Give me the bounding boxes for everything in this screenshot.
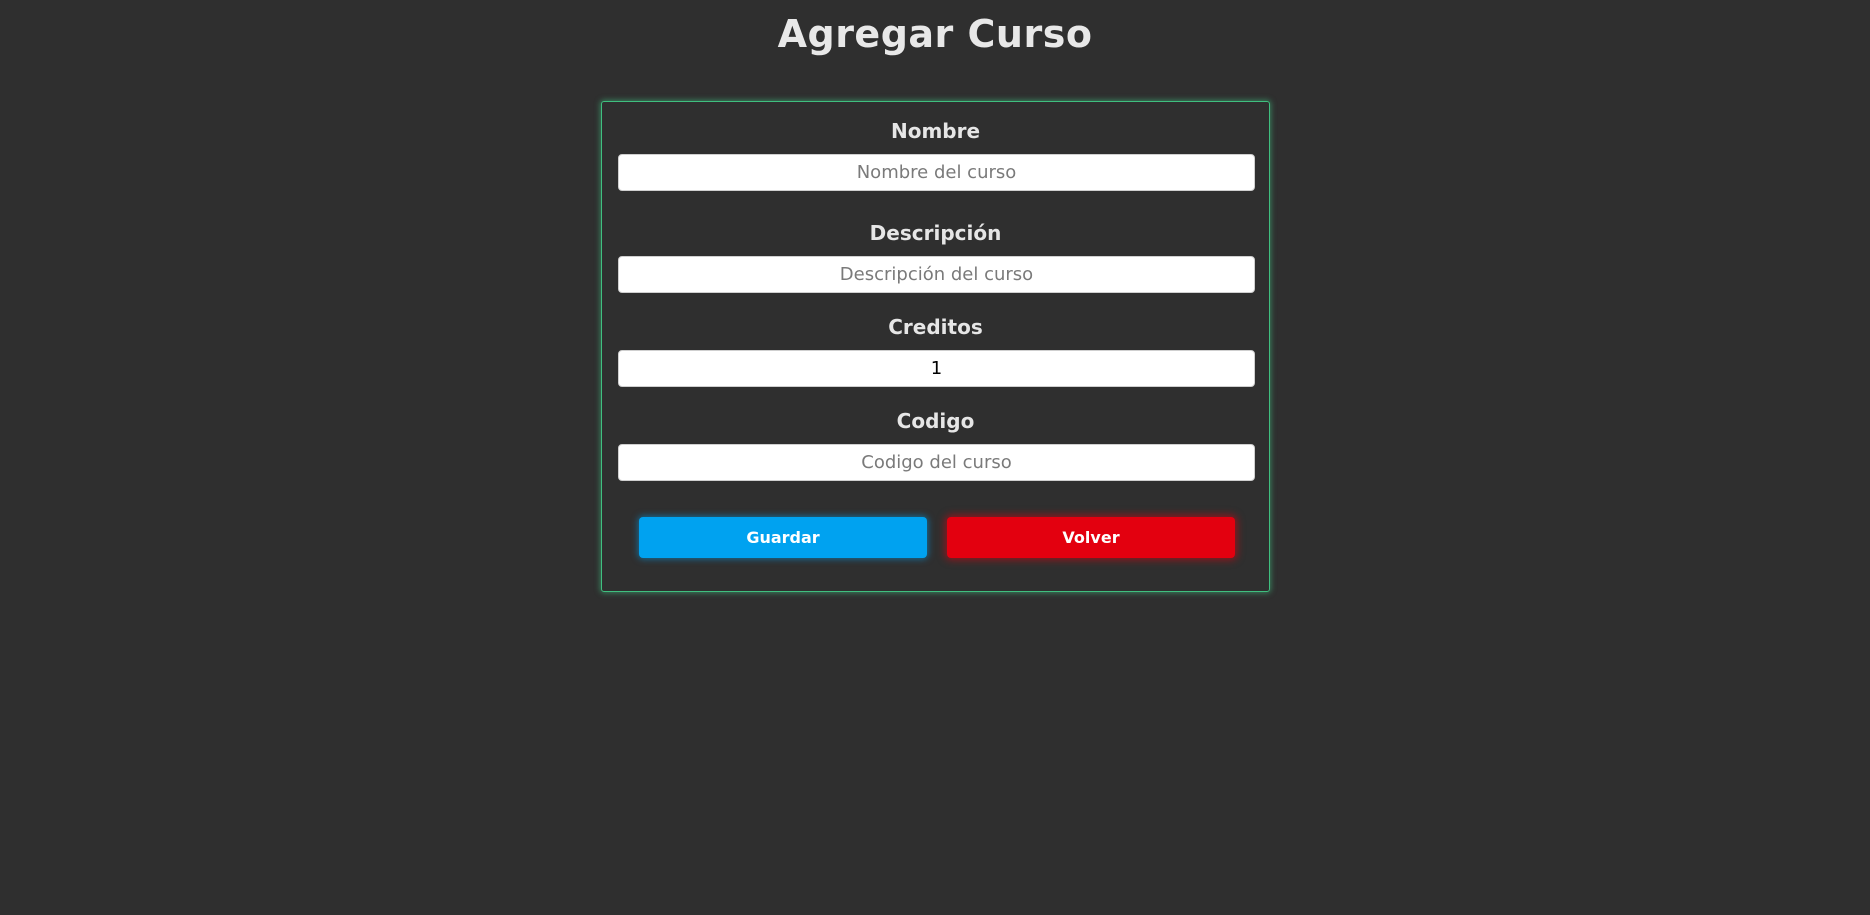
save-button[interactable]: Guardar xyxy=(639,517,927,558)
course-credits-input[interactable] xyxy=(618,350,1255,387)
code-label: Codigo xyxy=(896,409,975,433)
course-code-input[interactable] xyxy=(618,444,1255,481)
page-title: Agregar Curso xyxy=(777,12,1093,56)
course-description-input[interactable] xyxy=(618,256,1255,293)
back-button[interactable]: Volver xyxy=(947,517,1235,558)
name-label: Nombre xyxy=(890,119,981,143)
description-label: Descripción xyxy=(869,221,1002,245)
credits-label: Creditos xyxy=(888,315,983,339)
course-form: Nombre Descripción Creditos Codigo Guard… xyxy=(601,101,1270,592)
course-name-input[interactable] xyxy=(618,154,1255,191)
